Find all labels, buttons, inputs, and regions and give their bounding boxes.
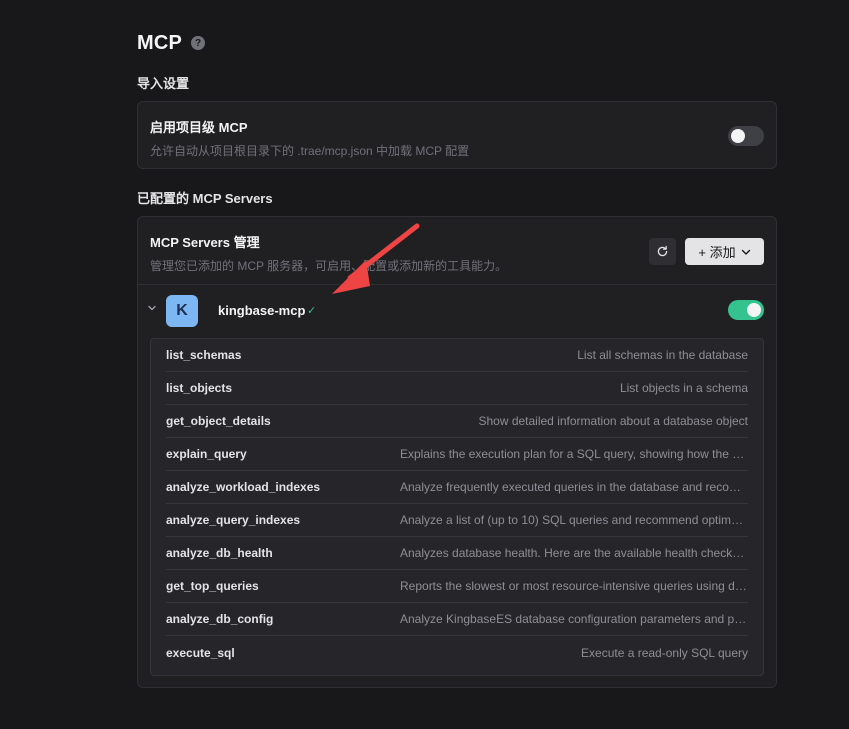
tool-name: analyze_db_health: [166, 546, 273, 560]
project-mcp-title: 启用项目级 MCP: [150, 120, 248, 135]
tool-row[interactable]: list_schemas List all schemas in the data…: [166, 339, 748, 372]
toggle-knob: [747, 303, 761, 317]
tool-name: explain_query: [166, 447, 247, 461]
tool-row[interactable]: analyze_db_config Analyze KingbaseES data…: [166, 603, 748, 636]
add-server-button[interactable]: + 添加: [685, 238, 764, 265]
add-label: + 添加: [698, 245, 736, 260]
tool-row[interactable]: get_top_queries Reports the slowest or mo…: [166, 570, 748, 603]
tool-row[interactable]: analyze_workload_indexes Analyze frequent…: [166, 471, 748, 504]
tool-name: analyze_db_config: [166, 612, 274, 626]
tool-name: analyze_workload_indexes: [166, 480, 321, 494]
tool-description: List objects in a schema: [619, 381, 748, 395]
tool-name: execute_sql: [166, 645, 235, 660]
tool-description: Analyzes database health. Here are the a…: [400, 546, 748, 560]
refresh-icon: [657, 245, 668, 257]
tools-list: list_schemas List all schemas in the data…: [150, 338, 764, 676]
project-mcp-desc: 允许自动从项目根目录下的 .trae/mcp.json 中加载 MCP 配置: [150, 144, 470, 158]
tool-row[interactable]: analyze_query_indexes Analyze a list of (…: [166, 504, 748, 537]
server-logo: K: [166, 295, 198, 327]
configured-servers-label: 已配置的 MCP Servers: [137, 191, 273, 206]
tool-name: analyze_query_indexes: [166, 513, 301, 527]
tool-name: list_objects: [166, 381, 233, 395]
tool-name: get_object_details: [166, 414, 271, 428]
refresh-button[interactable]: [649, 238, 676, 265]
tool-description: Analyze a list of (up to 10) SQL queries…: [400, 513, 748, 527]
tool-description: Show detailed information about a databa…: [478, 414, 748, 428]
question-circle-icon[interactable]: ?: [191, 36, 206, 50]
tool-description: Reports the slowest or most resource-int…: [400, 579, 748, 593]
tool-row[interactable]: analyze_db_health Analyzes database healt…: [166, 537, 748, 570]
chevron-down-icon[interactable]: [146, 302, 158, 314]
tool-description: List all schemas in the database: [577, 348, 748, 362]
tool-description: Analyze frequently executed queries in t…: [400, 480, 748, 494]
check-icon: ✓: [307, 305, 317, 317]
server-name: kingbase-mcp: [218, 303, 306, 318]
tool-name: list_schemas: [166, 348, 242, 362]
toggle-knob: [731, 129, 745, 143]
tool-row[interactable]: explain_query Explains the execution plan…: [166, 438, 748, 471]
mcp-settings-page: MCP ? 导入设置 启用项目级 MCP 允许自动从项目根目录下的 .trae/…: [137, 30, 777, 688]
tool-description: Explains the execution plan for a SQL qu…: [400, 447, 748, 461]
import-settings-label: 导入设置: [137, 76, 190, 91]
page-header: MCP ?: [137, 30, 777, 56]
tool-description: Analyze KingbaseES database configuratio…: [400, 612, 748, 626]
page-title: MCP: [137, 31, 183, 54]
servers-card: MCP Servers 管理 管理您已添加的 MCP 服务器，可启用、配置或添加…: [137, 216, 777, 688]
tool-row[interactable]: list_objects List objects in a schema: [166, 372, 748, 405]
project-mcp-card: 启用项目级 MCP 允许自动从项目根目录下的 .trae/mcp.json 中加…: [137, 101, 777, 169]
tool-row[interactable]: execute_sql Execute a read-only SQL query: [166, 636, 748, 669]
servers-header: MCP Servers 管理 管理您已添加的 MCP 服务器，可启用、配置或添加…: [138, 217, 776, 285]
server-enabled-toggle[interactable]: [728, 300, 764, 320]
server-row-kingbase-mcp[interactable]: K kingbase-mcp ✓: [138, 285, 776, 337]
chevron-down-icon: [741, 249, 750, 255]
tool-name: get_top_queries: [166, 579, 259, 593]
project-mcp-toggle[interactable]: [728, 126, 764, 146]
tool-row[interactable]: get_object_details Show detailed informat…: [166, 405, 748, 438]
tool-description: Execute a read-only SQL query: [581, 645, 748, 660]
